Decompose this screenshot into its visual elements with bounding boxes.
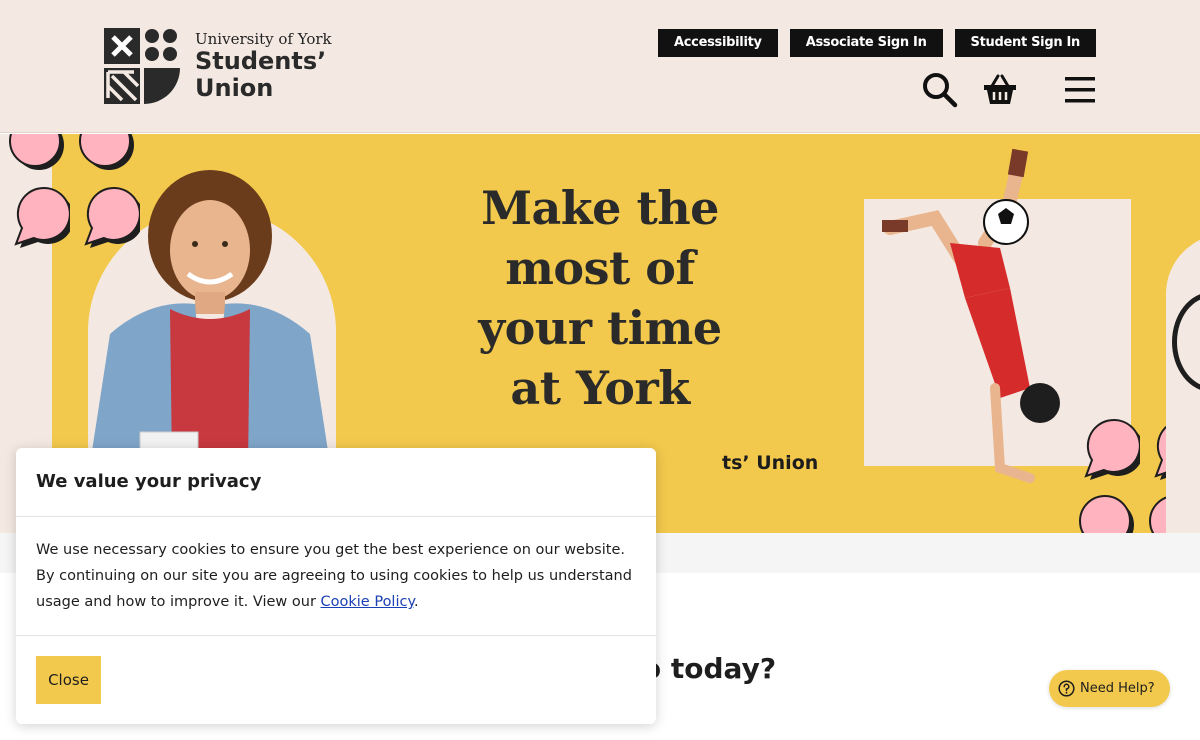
cookie-close-button[interactable]: Close bbox=[36, 656, 101, 704]
header-icon-row bbox=[0, 72, 1200, 108]
athlete-photo bbox=[882, 148, 1060, 483]
cookie-body-end: . bbox=[413, 594, 419, 610]
cookie-dialog-title: We value your privacy bbox=[36, 471, 262, 492]
speech-bubble-icon bbox=[14, 186, 70, 248]
speech-bubble-icon bbox=[84, 186, 140, 248]
associate-sign-in-button[interactable]: Associate Sign In bbox=[789, 29, 943, 57]
hero-title: Make the most of your time at York bbox=[430, 178, 770, 418]
basket-icon[interactable] bbox=[982, 72, 1018, 108]
cookie-consent-dialog: We value your privacy We use necessary c… bbox=[16, 448, 656, 724]
menu-icon[interactable] bbox=[1062, 72, 1098, 108]
section-heading-text: o today? bbox=[641, 652, 777, 685]
top-button-group: Accessibility Associate Sign In Student … bbox=[658, 29, 1096, 57]
accessibility-button[interactable]: Accessibility bbox=[658, 29, 778, 57]
speech-bubble-icon bbox=[79, 134, 134, 170]
cookie-policy-link[interactable]: Cookie Policy bbox=[321, 594, 414, 610]
search-icon[interactable] bbox=[922, 72, 958, 108]
hero-title-line: most of bbox=[505, 241, 695, 295]
divider bbox=[16, 516, 656, 517]
logo-title-line1: Students’ bbox=[195, 47, 327, 75]
divider bbox=[16, 635, 656, 636]
question-circle-icon bbox=[1058, 680, 1075, 697]
hero-title-line: your time bbox=[478, 301, 722, 355]
cookie-dialog-body: We use necessary cookies to ensure you g… bbox=[36, 537, 646, 615]
speech-bubble-icon bbox=[9, 134, 64, 170]
site-header: University of York Students’ Union Acces… bbox=[0, 0, 1200, 133]
need-help-button[interactable]: Need Help? bbox=[1049, 670, 1170, 707]
speech-bubble-icon bbox=[1079, 495, 1134, 533]
need-help-label: Need Help? bbox=[1080, 681, 1155, 696]
speech-bubble-icon bbox=[1084, 418, 1140, 480]
logo-university-text: University of York bbox=[195, 30, 332, 48]
hero-title-line: Make the bbox=[481, 181, 719, 235]
hero-subtitle-text: ts’ Union bbox=[722, 452, 819, 474]
student-sign-in-button[interactable]: Student Sign In bbox=[954, 29, 1096, 57]
hero-title-line: at York bbox=[510, 361, 690, 415]
